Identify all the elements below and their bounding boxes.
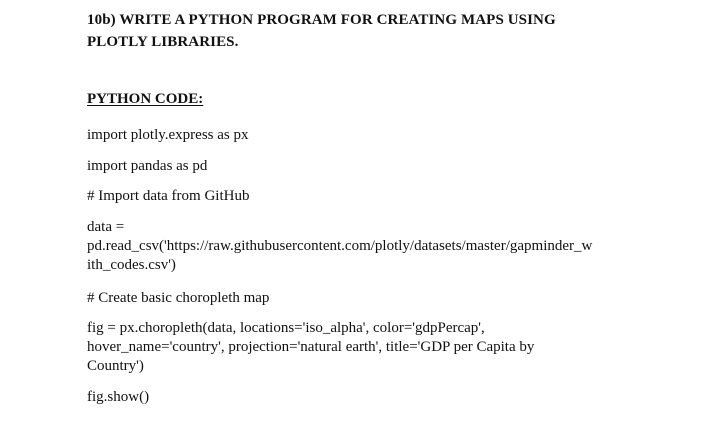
code-line-read-csv-cont: ith_codes.csv') — [87, 257, 176, 273]
code-line-fig-show: fig.show() — [87, 389, 150, 405]
code-line-comment-import: # Import data from GitHub — [87, 188, 250, 204]
code-line-choropleth-1: fig = px.choropleth(data, locations='iso… — [87, 320, 485, 336]
section-title: PYTHON CODE: — [87, 91, 204, 107]
code-line-choropleth-3: Country') — [87, 358, 144, 374]
code-line-read-csv: pd.read_csv('https://raw.githubuserconte… — [87, 238, 593, 254]
code-line-data-assign: data = — [87, 219, 125, 235]
code-line-import-pandas: import pandas as pd — [87, 158, 208, 174]
code-line-choropleth-2: hover_name='country', projection='natura… — [87, 339, 535, 355]
code-block-read-csv: data = pd.read_csv('https://raw.githubus… — [87, 218, 677, 275]
code-line-comment-choropleth: # Create basic choropleth map — [87, 290, 270, 306]
code-block-choropleth: fig = px.choropleth(data, locations='iso… — [87, 319, 677, 376]
document-heading: 10b) WRITE A PYTHON PROGRAM FOR CREATING… — [87, 9, 647, 53]
document-page: 10b) WRITE A PYTHON PROGRAM FOR CREATING… — [0, 0, 706, 424]
heading-line-1: 10b) WRITE A PYTHON PROGRAM FOR CREATING… — [87, 12, 556, 28]
code-line-import-plotly: import plotly.express as px — [87, 127, 249, 143]
heading-line-2: PLOTLY LIBRARIES. — [87, 34, 239, 50]
